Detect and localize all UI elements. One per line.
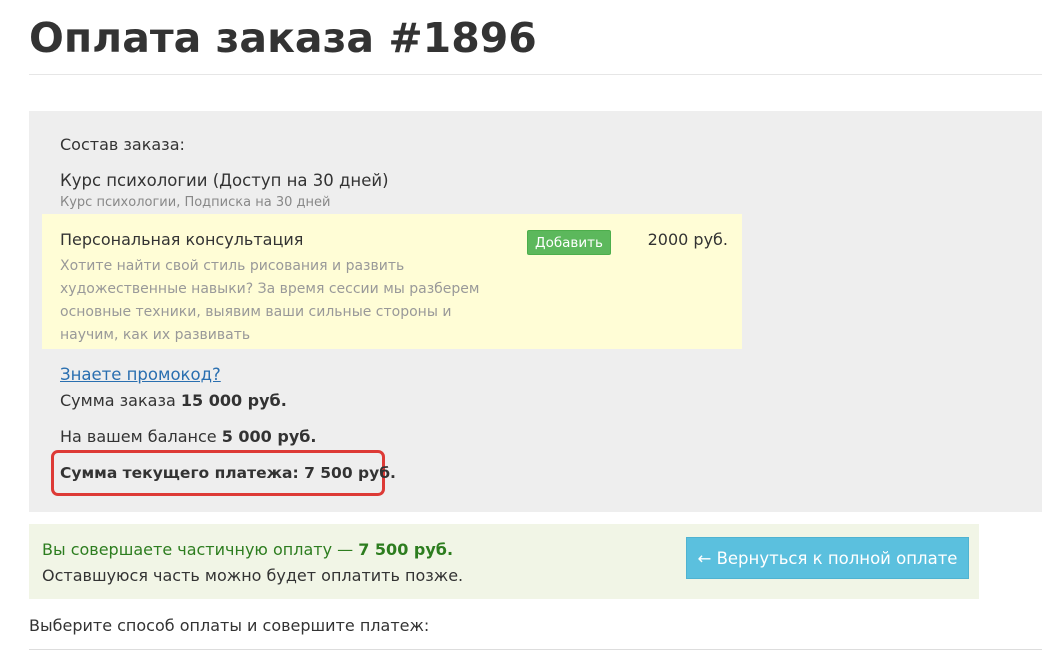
payment-page: Оплата заказа #1896 Состав заказа: Курс … [0, 0, 1042, 662]
order-total: Сумма заказа 15 000 руб. [60, 391, 287, 410]
page-title: Оплата заказа #1896 [29, 14, 537, 62]
title-divider [29, 74, 1042, 75]
payment-method-instruction: Выберите способ оплаты и совершите плате… [29, 616, 430, 635]
partial-payment-label: Вы совершаете частичную оплату — [42, 540, 354, 559]
upsell-title: Персональная консультация [60, 230, 304, 249]
upsell-offer: Персональная консультация Хотите найти с… [42, 214, 742, 349]
order-composition-label: Состав заказа: [60, 135, 185, 154]
promo-code-link[interactable]: Знаете промокод? [60, 365, 221, 384]
partial-payment-amount: 7 500 руб. [358, 540, 454, 559]
bottom-divider [29, 649, 1042, 650]
remaining-later-text: Оставшуюся часть можно будет оплатить по… [42, 566, 464, 585]
partial-payment-text: Вы совершаете частичную оплату — 7 500 р… [42, 540, 453, 559]
order-total-value: 15 000 руб. [180, 391, 287, 410]
add-upsell-button[interactable]: Добавить [527, 230, 611, 255]
return-to-full-payment-button[interactable]: ← Вернуться к полной оплате [686, 537, 969, 579]
balance-label: На вашем балансе [60, 427, 217, 446]
upsell-price: 2000 руб. [647, 230, 728, 249]
account-balance: На вашем балансе 5 000 руб. [60, 427, 317, 446]
partial-payment-notice: Вы совершаете частичную оплату — 7 500 р… [29, 524, 979, 599]
order-total-label: Сумма заказа [60, 391, 176, 410]
current-payment-amount: Сумма текущего платежа: 7 500 руб. [60, 464, 396, 482]
upsell-description: Хотите найти свой стиль рисования и разв… [60, 258, 480, 343]
product-subtitle: Курс психологии, Подписка на 30 дней [60, 195, 331, 210]
product-name: Курс психологии (Доступ на 30 дней) [60, 171, 389, 190]
balance-value: 5 000 руб. [221, 427, 317, 446]
order-summary-panel: Состав заказа: Курс психологии (Доступ н… [29, 111, 1042, 512]
